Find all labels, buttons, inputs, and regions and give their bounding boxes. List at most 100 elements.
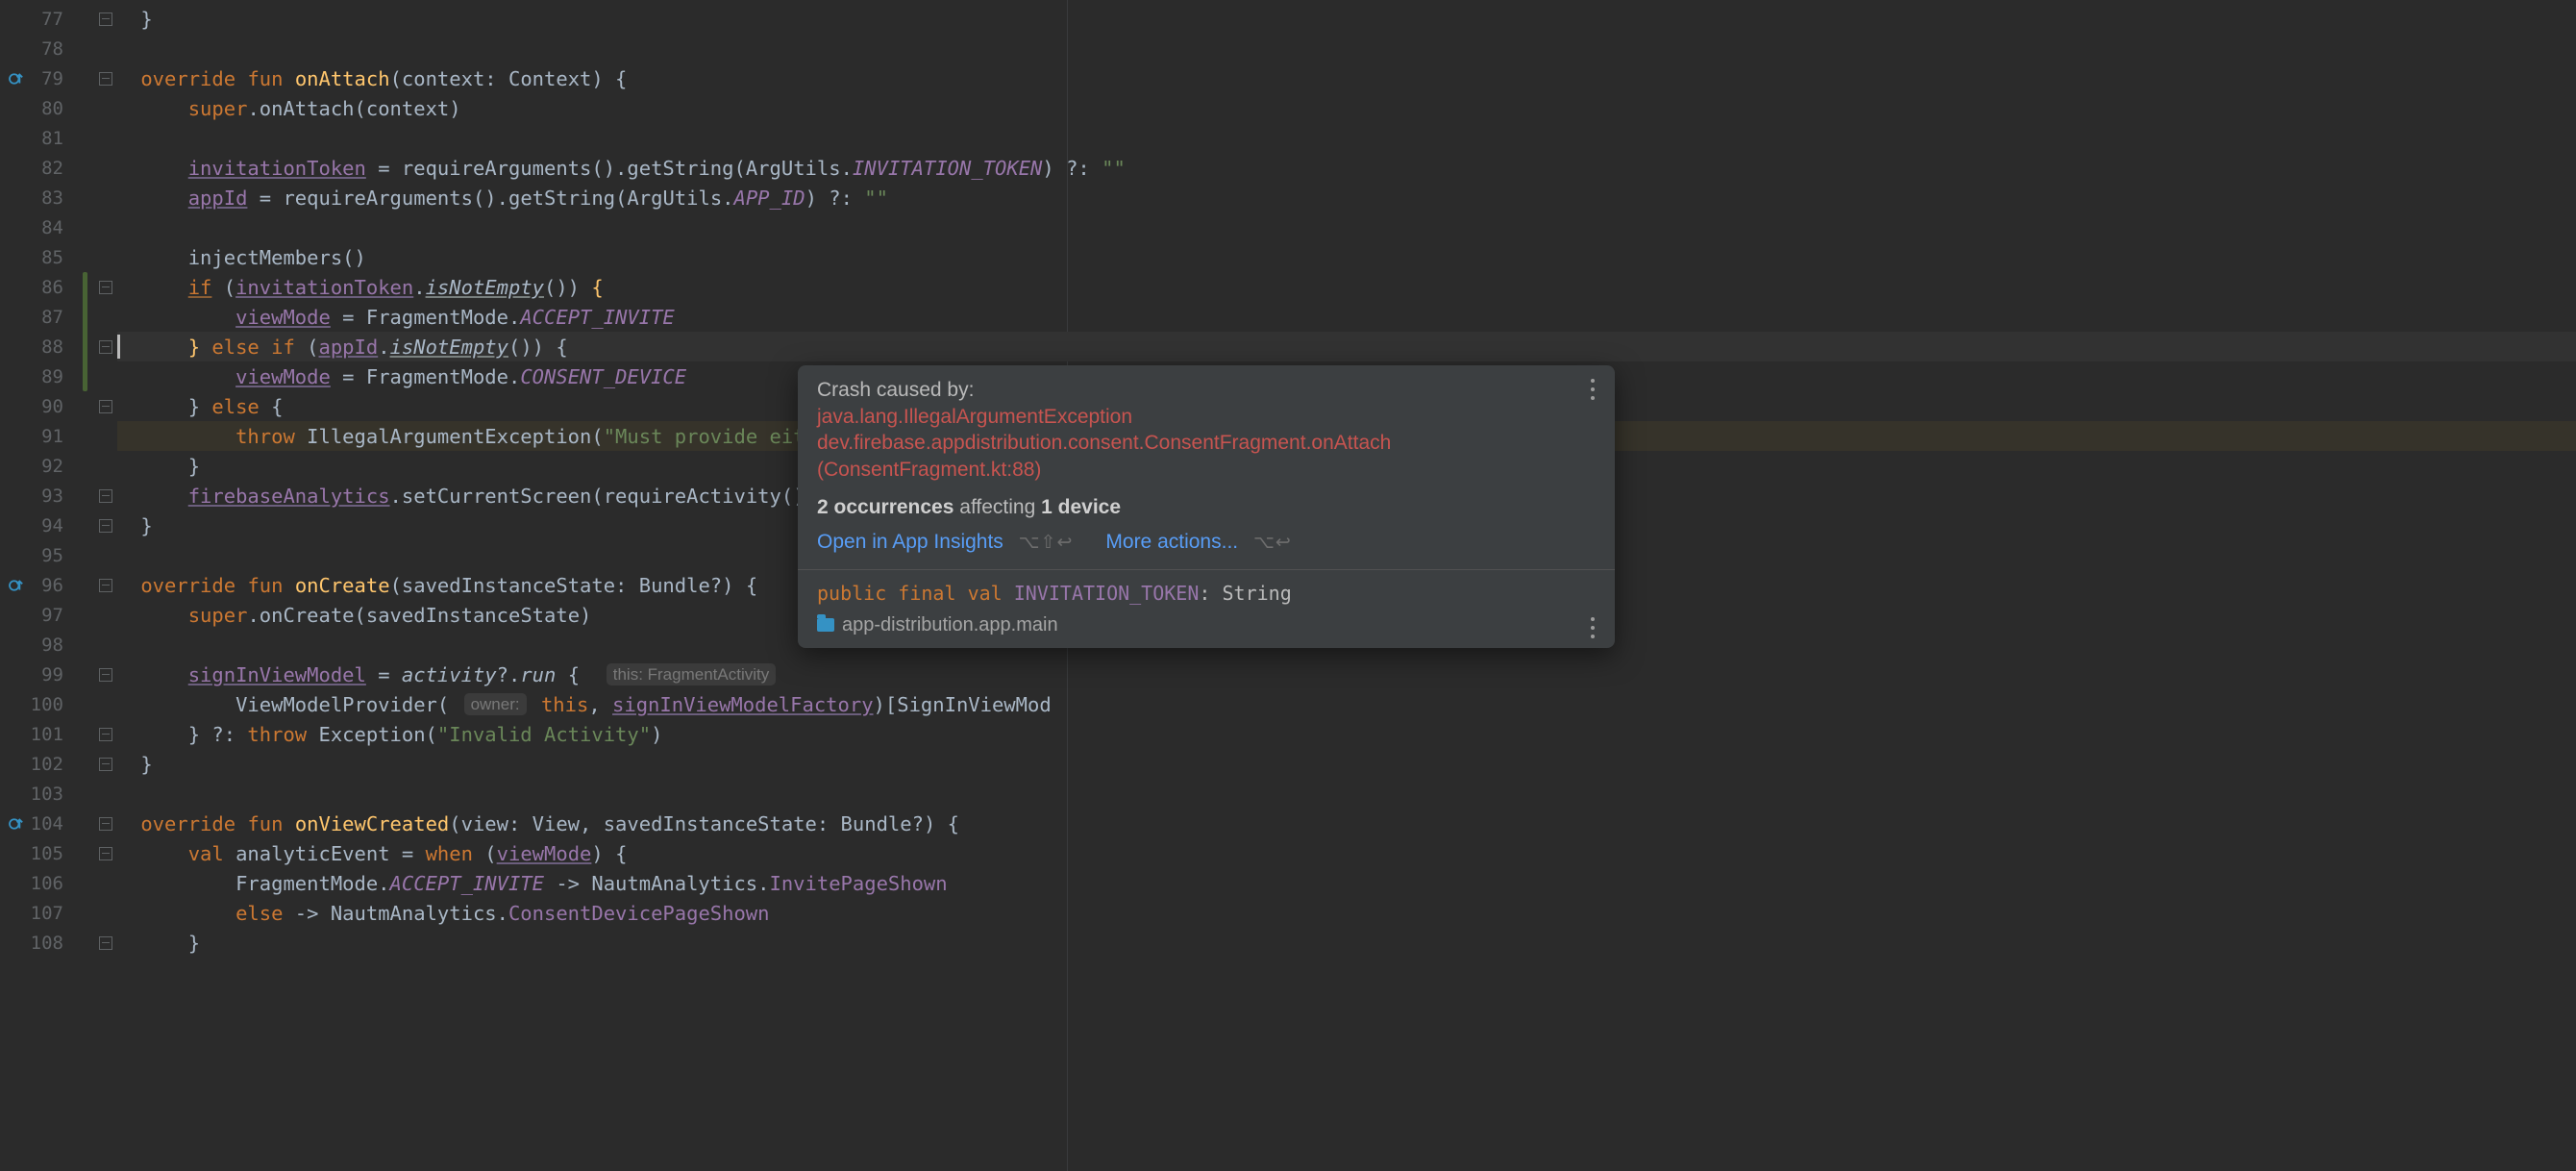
fold-toggle-icon[interactable] (99, 281, 112, 294)
code-line[interactable]: override fun onAttach(context: Context) … (117, 63, 2576, 93)
code-line[interactable]: val analyticEvent = when (viewMode) { (117, 838, 2576, 868)
code-line[interactable]: } else if (appId.isNotEmpty()) { (117, 332, 2576, 361)
shortcut-open: ⌥⇧↩ (1019, 533, 1074, 553)
open-app-insights-link[interactable]: Open in App Insights (817, 531, 1003, 553)
gutter: 7778798081828384858687888990919293949596… (0, 0, 94, 1171)
fold-column (94, 0, 117, 1171)
line-number: 79 (0, 63, 94, 93)
device-count: 1 device (1041, 496, 1121, 518)
fold-toggle-icon[interactable] (99, 847, 112, 860)
fold-cell (94, 719, 117, 749)
fold-cell (94, 153, 117, 183)
fold-cell (94, 570, 117, 600)
line-number: 92 (0, 451, 94, 481)
fold-cell (94, 332, 117, 361)
fold-cell (94, 898, 117, 928)
code-line[interactable] (117, 779, 2576, 809)
line-number: 106 (0, 868, 94, 898)
popup-exception: java.lang.IllegalArgumentException (817, 404, 1596, 430)
declaration-preview: public final val INVITATION_TOKEN: Strin… (798, 570, 1615, 610)
code-line[interactable]: if (invitationToken.isNotEmpty()) { (117, 272, 2576, 302)
line-number: 98 (0, 630, 94, 660)
fold-toggle-icon[interactable] (99, 817, 112, 831)
line-number: 108 (0, 928, 94, 958)
line-number: 78 (0, 34, 94, 63)
fold-cell (94, 868, 117, 898)
override-icon[interactable] (8, 70, 25, 87)
code-line[interactable]: } (117, 749, 2576, 779)
line-number: 99 (0, 660, 94, 689)
code-line[interactable]: signInViewModel = activity?.run { this: … (117, 660, 2576, 689)
fold-cell (94, 749, 117, 779)
fold-cell (94, 63, 117, 93)
code-line[interactable]: super.onAttach(context) (117, 93, 2576, 123)
line-number: 91 (0, 421, 94, 451)
popup-stats: 2 occurrences affecting 1 device (817, 496, 1596, 519)
fold-toggle-icon[interactable] (99, 519, 112, 533)
line-number: 102 (0, 749, 94, 779)
kebab-menu-icon[interactable] (1584, 617, 1601, 638)
code-line[interactable]: injectMembers() (117, 242, 2576, 272)
line-number: 95 (0, 540, 94, 570)
fold-toggle-icon[interactable] (99, 728, 112, 741)
code-line[interactable] (117, 123, 2576, 153)
code-line[interactable]: else -> NautmAnalytics.ConsentDevicePage… (117, 898, 2576, 928)
code-line[interactable]: ViewModelProvider( owner: this, signInVi… (117, 689, 2576, 719)
occurrence-count: 2 occurrences (817, 496, 954, 518)
code-line[interactable] (117, 34, 2576, 63)
vcs-change-marker (83, 272, 87, 391)
fold-toggle-icon[interactable] (99, 400, 112, 413)
code-line[interactable]: viewMode = FragmentMode.ACCEPT_INVITE (117, 302, 2576, 332)
fold-cell (94, 838, 117, 868)
fold-cell (94, 511, 117, 540)
fold-toggle-icon[interactable] (99, 489, 112, 503)
fold-cell (94, 689, 117, 719)
shortcut-more: ⌥↩ (1253, 533, 1292, 553)
fold-cell (94, 242, 117, 272)
fold-toggle-icon[interactable] (99, 936, 112, 950)
more-actions-link[interactable]: More actions... (1105, 531, 1238, 553)
crash-insight-popup: Crash caused by: java.lang.IllegalArgume… (798, 365, 1615, 648)
fold-cell (94, 183, 117, 212)
line-number: 101 (0, 719, 94, 749)
fold-cell (94, 451, 117, 481)
fold-toggle-icon[interactable] (99, 72, 112, 86)
module-label: app-distribution.app.main (798, 610, 1615, 648)
module-icon (817, 618, 834, 632)
fold-cell (94, 212, 117, 242)
fold-cell (94, 630, 117, 660)
override-icon[interactable] (8, 577, 25, 594)
code-line[interactable]: appId = requireArguments().getString(Arg… (117, 183, 2576, 212)
fold-cell (94, 93, 117, 123)
code-line[interactable]: } (117, 928, 2576, 958)
line-number: 100 (0, 689, 94, 719)
kebab-menu-icon[interactable] (1584, 379, 1601, 400)
fold-cell (94, 540, 117, 570)
code-line[interactable]: invitationToken = requireArguments().get… (117, 153, 2576, 183)
caret (117, 335, 120, 359)
code-line[interactable]: FragmentMode.ACCEPT_INVITE -> NautmAnaly… (117, 868, 2576, 898)
fold-toggle-icon[interactable] (99, 12, 112, 26)
line-number: 105 (0, 838, 94, 868)
line-number: 93 (0, 481, 94, 511)
line-number: 94 (0, 511, 94, 540)
fold-cell (94, 660, 117, 689)
code-line[interactable]: override fun onViewCreated(view: View, s… (117, 809, 2576, 838)
code-line[interactable]: } ?: throw Exception("Invalid Activity") (117, 719, 2576, 749)
code-line[interactable] (117, 212, 2576, 242)
line-number: 85 (0, 242, 94, 272)
line-number: 97 (0, 600, 94, 630)
line-number: 107 (0, 898, 94, 928)
line-number: 80 (0, 93, 94, 123)
fold-toggle-icon[interactable] (99, 340, 112, 354)
code-line[interactable]: } (117, 4, 2576, 34)
code-editor[interactable]: 7778798081828384858687888990919293949596… (0, 0, 2576, 1171)
override-icon[interactable] (8, 815, 25, 833)
fold-cell (94, 779, 117, 809)
fold-toggle-icon[interactable] (99, 579, 112, 592)
line-number: 96 (0, 570, 94, 600)
fold-toggle-icon[interactable] (99, 668, 112, 682)
fold-cell (94, 4, 117, 34)
fold-toggle-icon[interactable] (99, 758, 112, 771)
line-number: 88 (0, 332, 94, 361)
